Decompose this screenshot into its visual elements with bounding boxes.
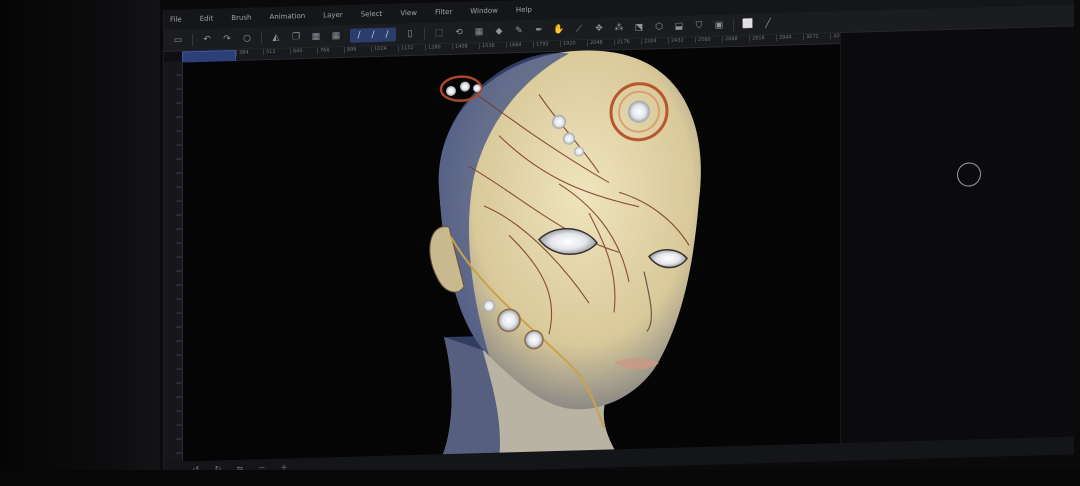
monitor-bottom-edge (0, 470, 1080, 486)
forehead-ring-icon (609, 82, 669, 142)
ruler-vertical (164, 61, 183, 480)
artwork-alien-head (429, 50, 701, 463)
grid-icon[interactable]: ▦ (330, 30, 342, 42)
redo-icon[interactable]: ↷ (221, 33, 233, 45)
right-panel (840, 26, 1074, 464)
toolbar-divider (261, 31, 262, 44)
menu-select[interactable]: Select (361, 10, 383, 19)
menu-animation[interactable]: Animation (269, 12, 305, 21)
ruler-tick-label: 512 (263, 48, 290, 56)
ruler-tick-label: 384 (236, 49, 263, 56)
ruler-tick-label: 2944 (776, 34, 803, 41)
brush-stroke-icon[interactable]: ∕ (367, 28, 379, 40)
ruler-tick-label: 640 (290, 47, 317, 55)
menu-brush[interactable]: Brush (231, 14, 251, 23)
menu-edit[interactable]: Edit (200, 15, 214, 23)
ruler-tick-label: 768 (317, 46, 344, 54)
app-window: File Edit Brush Animation Layer Select V… (163, 0, 1074, 480)
menu-file[interactable]: File (170, 15, 182, 23)
menu-filter[interactable]: Filter (435, 8, 452, 16)
toolbar-divider (192, 33, 193, 46)
monitor-bezel (0, 0, 160, 486)
ruler-tick-label: 3072 (803, 33, 830, 41)
menu-view[interactable]: View (400, 9, 417, 17)
ruler-tick-label: 896 (344, 46, 371, 53)
new-file-icon[interactable]: ▭ (172, 34, 184, 46)
copy-icon[interactable]: ❐ (290, 31, 302, 43)
grid-icon[interactable]: ▦ (310, 30, 322, 42)
circle-icon[interactable]: ○ (241, 32, 253, 44)
menu-help[interactable]: Help (516, 6, 532, 14)
fill-icon[interactable]: ◭ (270, 31, 282, 43)
menu-layer[interactable]: Layer (323, 11, 343, 20)
menu-window[interactable]: Window (470, 7, 498, 16)
brush-stroke-icon[interactable]: ∕ (353, 29, 365, 41)
undo-icon[interactable]: ↶ (201, 33, 213, 45)
